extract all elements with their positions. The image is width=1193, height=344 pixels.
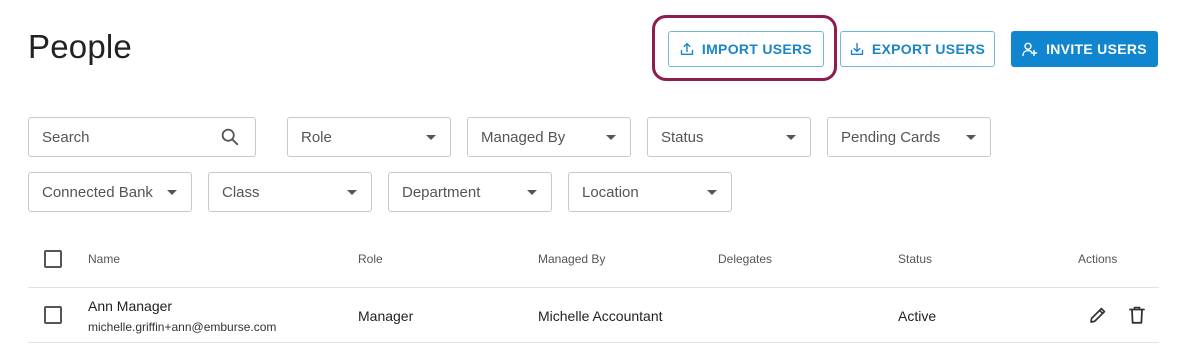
user-role: Manager: [358, 308, 414, 324]
column-header-status[interactable]: Status: [898, 252, 932, 266]
column-header-name[interactable]: Name: [88, 252, 120, 266]
department-filter[interactable]: Department: [388, 172, 552, 212]
connected-bank-filter[interactable]: Connected Bank: [28, 172, 192, 212]
upload-icon: [680, 42, 694, 55]
page-title: People: [28, 28, 132, 65]
user-status: Active: [898, 308, 937, 324]
column-header-role[interactable]: Role: [358, 252, 383, 266]
download-icon: [850, 42, 864, 55]
row-divider: [28, 342, 1159, 343]
user-email: michelle.griffin+ann@emburse.com: [88, 320, 277, 334]
role-filter-label: Role: [301, 128, 332, 146]
export-users-label: EXPORT USERS: [871, 41, 986, 57]
chevron-down-icon: [606, 135, 616, 140]
invite-users-button[interactable]: INVITE USERS: [1011, 31, 1158, 67]
chevron-down-icon: [167, 190, 177, 195]
select-all-checkbox[interactable]: [44, 250, 62, 268]
search-icon: [221, 128, 239, 146]
location-filter[interactable]: Location: [568, 172, 732, 212]
search-placeholder: Search: [42, 128, 90, 146]
department-filter-label: Department: [402, 183, 481, 201]
role-filter[interactable]: Role: [287, 117, 451, 157]
location-filter-label: Location: [582, 183, 639, 201]
header-divider: [28, 287, 1159, 288]
pending-cards-filter-label: Pending Cards: [841, 128, 941, 146]
invite-users-label: INVITE USERS: [1046, 41, 1147, 57]
trash-icon: [1129, 306, 1145, 324]
chevron-down-icon: [426, 135, 436, 140]
pencil-icon: [1090, 307, 1106, 323]
row-checkbox[interactable]: [44, 306, 62, 324]
search-input[interactable]: Search: [28, 117, 256, 157]
delete-button[interactable]: [1126, 304, 1148, 326]
user-name[interactable]: Ann Manager: [88, 298, 172, 314]
chevron-down-icon: [707, 190, 717, 195]
class-filter[interactable]: Class: [208, 172, 372, 212]
status-filter[interactable]: Status: [647, 117, 811, 157]
add-user-icon: [1022, 42, 1038, 56]
import-users-button[interactable]: IMPORT USERS: [668, 31, 824, 67]
chevron-down-icon: [786, 135, 796, 140]
status-filter-label: Status: [661, 128, 704, 146]
export-users-button[interactable]: EXPORT USERS: [840, 31, 995, 67]
chevron-down-icon: [347, 190, 357, 195]
chevron-down-icon: [966, 135, 976, 140]
pending-cards-filter[interactable]: Pending Cards: [827, 117, 991, 157]
column-header-managed-by[interactable]: Managed By: [538, 252, 605, 266]
user-managed-by: Michelle Accountant: [538, 308, 663, 324]
class-filter-label: Class: [222, 183, 260, 201]
managed-by-filter-label: Managed By: [481, 128, 566, 146]
chevron-down-icon: [527, 190, 537, 195]
edit-button[interactable]: [1087, 304, 1109, 326]
column-header-delegates[interactable]: Delegates: [718, 252, 772, 266]
column-header-actions: Actions: [1078, 252, 1118, 266]
connected-bank-filter-label: Connected Bank: [42, 183, 153, 201]
import-users-label: IMPORT USERS: [701, 41, 813, 57]
managed-by-filter[interactable]: Managed By: [467, 117, 631, 157]
